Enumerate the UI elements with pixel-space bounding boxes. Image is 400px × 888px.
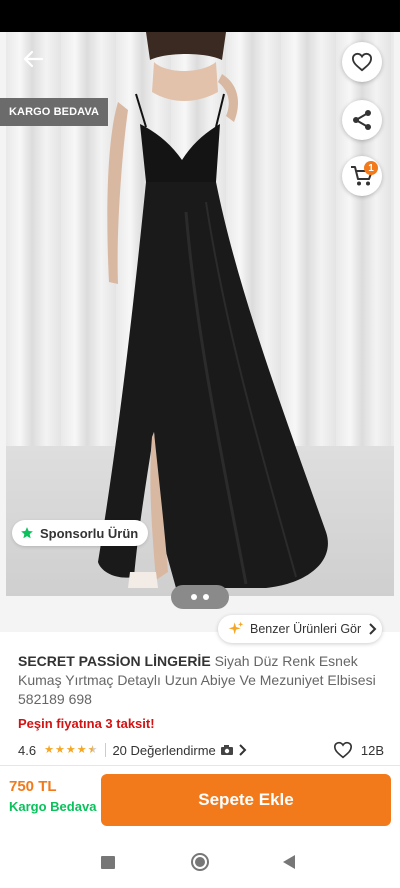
rating-row: 4.6 ★ ★ ★ ★ ★ 20 Değerlendirme 12B bbox=[18, 740, 384, 760]
cart-button[interactable]: 1 bbox=[342, 156, 382, 196]
free-shipping-label: Kargo Bedava bbox=[9, 799, 97, 814]
sparkle-icon bbox=[228, 621, 244, 635]
rating-stars: ★ ★ ★ ★ ★ bbox=[44, 743, 98, 756]
sponsored-badge[interactable]: Sponsorlu Ürün bbox=[12, 520, 149, 546]
heart-icon bbox=[351, 52, 373, 72]
back-button[interactable] bbox=[18, 44, 48, 74]
favorite-count: 12B bbox=[360, 742, 384, 758]
camera-icon bbox=[220, 745, 233, 755]
separator bbox=[0, 765, 400, 766]
review-count: 20 Değerlendirme bbox=[112, 742, 216, 758]
pager-dot bbox=[191, 594, 197, 600]
half-star-icon: ★ bbox=[87, 743, 98, 756]
price: 750 TL bbox=[9, 778, 57, 795]
reviews-link[interactable]: 20 Değerlendirme bbox=[112, 742, 247, 758]
pager-dot bbox=[203, 594, 209, 600]
chevron-right-icon bbox=[369, 623, 377, 635]
favorite-count-group[interactable]: 12B bbox=[333, 741, 384, 759]
similar-products-label: Benzer Ürünleri Gör bbox=[250, 622, 362, 636]
star-icon: ★ bbox=[65, 743, 76, 756]
status-bar bbox=[0, 0, 400, 32]
arrow-left-icon bbox=[23, 50, 44, 68]
cart-count-badge: 1 bbox=[364, 161, 378, 175]
back-triangle-icon[interactable] bbox=[283, 855, 295, 869]
chevron-right-icon bbox=[239, 744, 247, 756]
add-to-cart-button[interactable]: Sepete Ekle bbox=[101, 774, 391, 826]
product-title: SECRET PASSİON LİNGERİE Siyah Düz Renk E… bbox=[18, 652, 384, 709]
sponsored-label: Sponsorlu Ürün bbox=[40, 525, 139, 541]
installment-text: Peşin fiyatına 3 taksit! bbox=[18, 716, 155, 731]
star-icon: ★ bbox=[44, 743, 54, 756]
home-icon[interactable] bbox=[191, 853, 209, 871]
share-icon bbox=[353, 110, 371, 130]
gallery-pager bbox=[171, 585, 229, 609]
star-icon: ★ bbox=[54, 743, 65, 756]
star-icon: ★ bbox=[76, 743, 87, 756]
free-cargo-tag: KARGO BEDAVA bbox=[0, 98, 109, 126]
favorite-button[interactable] bbox=[342, 42, 382, 82]
recent-apps-icon[interactable] bbox=[101, 856, 115, 869]
star-icon bbox=[21, 527, 33, 539]
share-button[interactable] bbox=[342, 100, 382, 140]
heart-icon bbox=[333, 741, 352, 759]
brand-name[interactable]: SECRET PASSİON LİNGERİE bbox=[18, 653, 211, 669]
divider bbox=[105, 743, 107, 757]
similar-products-button[interactable]: Benzer Ürünleri Gör bbox=[218, 615, 382, 643]
rating-value: 4.6 bbox=[18, 742, 37, 758]
